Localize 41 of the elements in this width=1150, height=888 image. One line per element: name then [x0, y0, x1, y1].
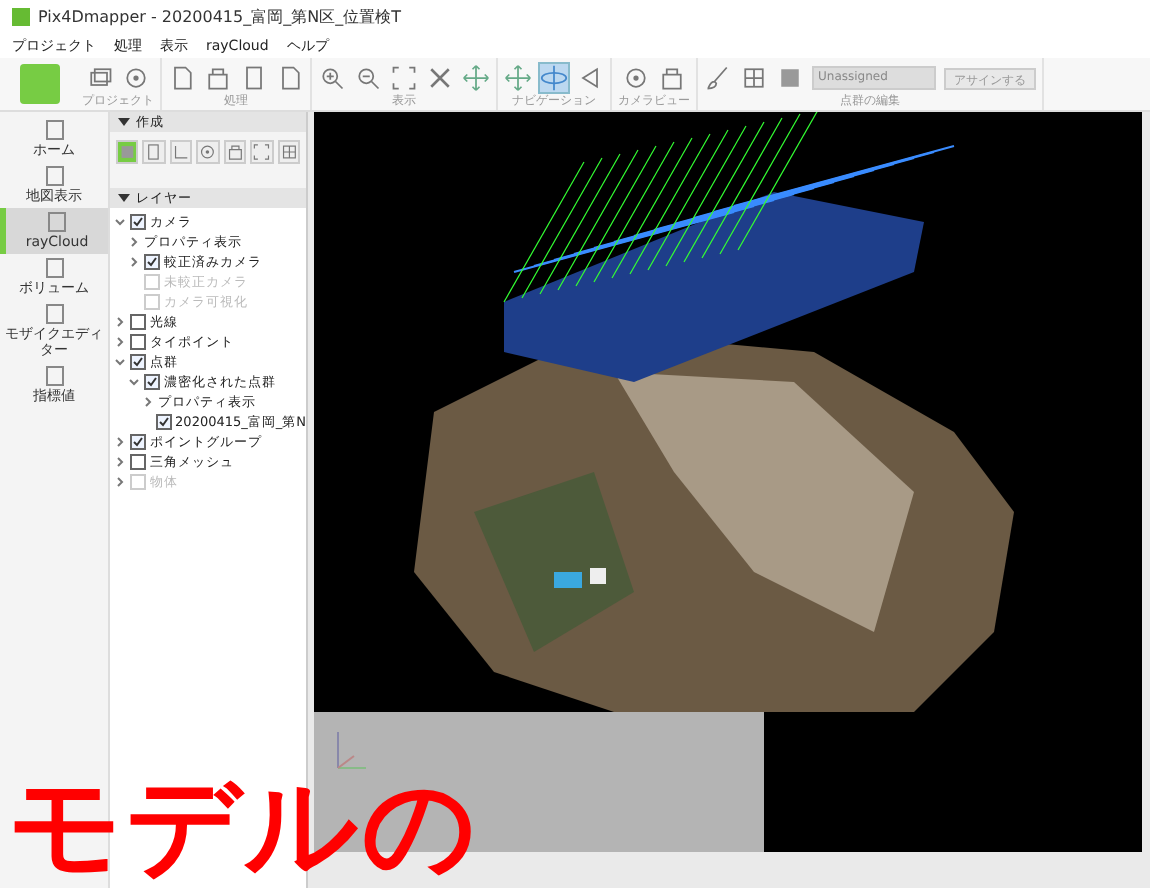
checkbox[interactable]	[130, 334, 146, 350]
move-icon[interactable]	[504, 64, 532, 92]
box-icon[interactable]	[204, 64, 232, 92]
axis-icon	[337, 731, 367, 769]
checked-checkbox[interactable]	[144, 374, 160, 390]
app-logo-icon	[12, 7, 30, 25]
fit-icon[interactable]	[250, 140, 274, 164]
brush-icon[interactable]	[704, 64, 732, 92]
expanded-arrow-icon[interactable]	[118, 116, 130, 128]
grid-icon[interactable]	[740, 64, 768, 92]
orbit-icon[interactable]	[540, 64, 568, 92]
layers-icon[interactable]	[86, 64, 114, 92]
document-icon[interactable]	[276, 64, 304, 92]
zoom-out-icon[interactable]	[354, 64, 382, 92]
target-icon[interactable]	[122, 64, 150, 92]
fit-icon[interactable]	[390, 64, 418, 92]
square-icon[interactable]	[776, 64, 804, 92]
checked-checkbox[interactable]	[155, 414, 172, 430]
line-icon[interactable]	[169, 140, 193, 164]
grid-icon[interactable]	[277, 140, 300, 164]
document-icon[interactable]	[168, 64, 196, 92]
box-icon[interactable]	[658, 64, 686, 92]
target-icon[interactable]	[196, 140, 220, 164]
triangle-icon[interactable]	[576, 64, 604, 92]
page-icon[interactable]	[142, 140, 166, 164]
cross-icon[interactable]	[426, 64, 454, 92]
box-icon[interactable]	[223, 140, 247, 164]
checked-checkbox[interactable]	[130, 354, 146, 370]
checked-checkbox[interactable]	[144, 254, 160, 270]
expanded-arrow-icon[interactable]	[118, 192, 130, 204]
window-title: Pix4Dmapper - 20200415_富岡_第N区_位置検T	[38, 5, 401, 27]
checkbox[interactable]	[130, 314, 146, 330]
target-icon[interactable]	[622, 64, 650, 92]
square-icon[interactable]	[116, 140, 139, 164]
move-icon[interactable]	[462, 64, 490, 92]
video-caption: モデルの	[8, 768, 480, 888]
zoom-in-icon[interactable]	[318, 64, 346, 92]
checkbox[interactable]	[130, 454, 146, 470]
checked-checkbox[interactable]	[130, 434, 146, 450]
page-icon[interactable]	[240, 64, 268, 92]
checked-checkbox[interactable]	[130, 214, 146, 230]
